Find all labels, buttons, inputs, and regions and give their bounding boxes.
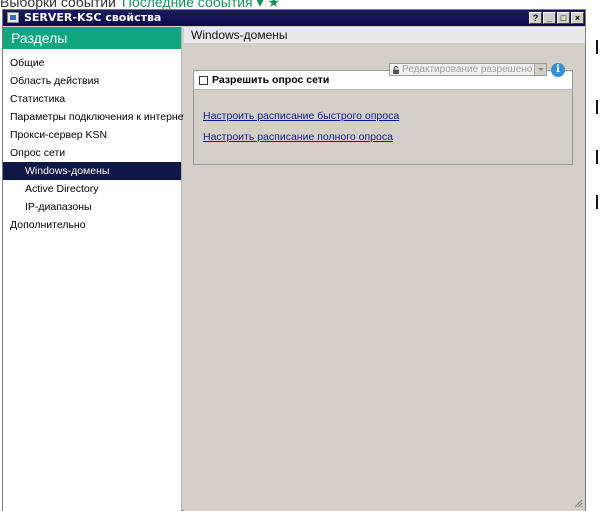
sidebar-item-advanced[interactable]: Дополнительно bbox=[3, 216, 181, 234]
enable-polling-checkbox[interactable] bbox=[199, 76, 208, 85]
maximize-button[interactable]: □ bbox=[557, 12, 570, 24]
polling-group: Разрешить опрос сети Настроить расписани… bbox=[193, 70, 573, 165]
help-button[interactable]: ? bbox=[529, 12, 542, 24]
sidebar-item-windows-domains[interactable]: Windows-домены bbox=[3, 162, 181, 180]
sidebar-item-network-polling[interactable]: Опрос сети bbox=[3, 144, 181, 162]
window-title: SERVER-KSC свойства bbox=[24, 11, 162, 24]
window-app-icon bbox=[7, 12, 19, 23]
title-bar[interactable]: SERVER-KSC свойства ? _ □ × bbox=[3, 10, 585, 26]
properties-dialog: SERVER-KSC свойства ? _ □ × Разделы Общи… bbox=[2, 9, 586, 511]
strip-mark bbox=[596, 150, 598, 164]
sidebar-item-ksn-proxy[interactable]: Прокси-сервер KSN bbox=[3, 126, 181, 144]
sidebar-header: Разделы bbox=[3, 27, 181, 49]
chevron-down-icon[interactable] bbox=[534, 64, 546, 75]
sidebar-item-general[interactable]: Общие bbox=[3, 54, 181, 72]
strip-mark bbox=[596, 40, 598, 54]
minimize-button[interactable]: _ bbox=[543, 12, 556, 24]
sidebar-item-scope[interactable]: Область действия bbox=[3, 72, 181, 90]
strip-mark bbox=[596, 100, 598, 114]
background-right-strip bbox=[586, 0, 600, 511]
sidebar-item-active-directory[interactable]: Active Directory bbox=[3, 180, 181, 198]
resize-grip-icon[interactable] bbox=[573, 498, 583, 508]
section-title: Windows-домены bbox=[184, 27, 585, 44]
sidebar-item-internet-connection[interactable]: Параметры подключения к интернету bbox=[3, 108, 193, 126]
lock-icon bbox=[393, 66, 399, 74]
full-poll-schedule-link[interactable]: Настроить расписание полного опроса bbox=[203, 131, 393, 143]
quick-poll-schedule-link[interactable]: Настроить расписание быстрого опроса bbox=[203, 110, 399, 122]
info-icon[interactable]: i bbox=[551, 63, 565, 77]
close-button[interactable]: × bbox=[571, 12, 584, 24]
sidebar-item-statistics[interactable]: Статистика bbox=[3, 90, 181, 108]
sidebar-item-ip-ranges[interactable]: IP-диапазоны bbox=[3, 198, 181, 216]
permission-dropdown[interactable]: Редактирование разрешено bbox=[389, 63, 547, 76]
permission-value: Редактирование разрешено bbox=[402, 64, 533, 75]
strip-mark bbox=[596, 195, 598, 209]
content-pane: Windows-домены Разрешить опрос сети Наст… bbox=[184, 27, 585, 511]
sections-sidebar: Разделы Общие Область действия Статистик… bbox=[3, 27, 193, 511]
enable-polling-label[interactable]: Разрешить опрос сети bbox=[212, 74, 329, 86]
